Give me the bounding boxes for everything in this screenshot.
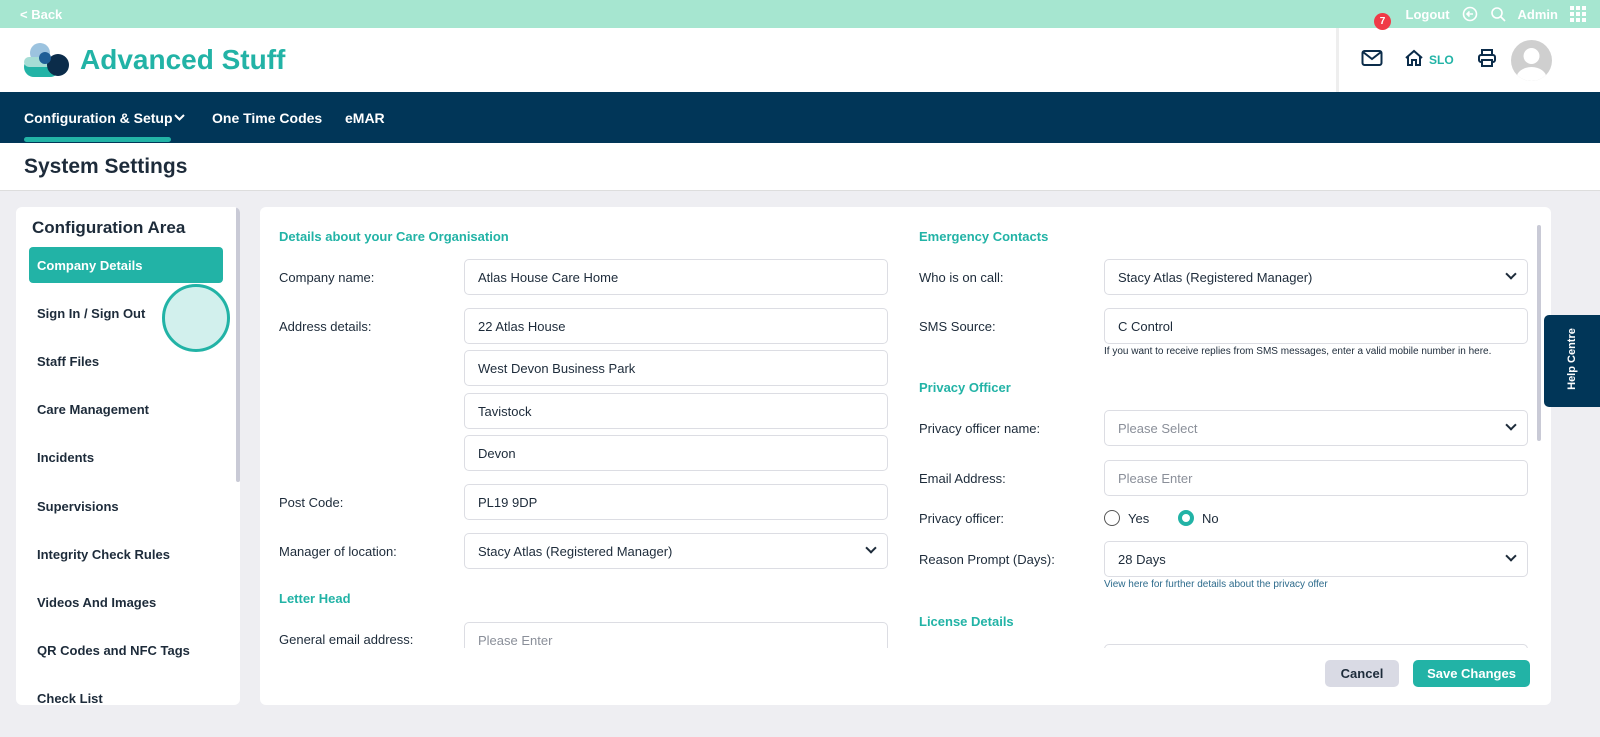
top-bar: < Back Logout Admin [0, 0, 1600, 28]
on-call-select[interactable]: Stacy Atlas (Registered Manager) [1104, 259, 1528, 295]
sidebar-item-incidents[interactable]: Incidents [29, 439, 223, 475]
nav-emar[interactable]: eMAR [345, 110, 385, 126]
sidebar-item-qr-nfc[interactable]: QR Codes and NFC Tags [29, 632, 223, 668]
help-centre-tab[interactable]: Help Centre [1544, 315, 1600, 407]
address-line-4-input[interactable]: Devon [464, 435, 888, 471]
main-nav: Configuration & Setup One Time Codes eMA… [0, 92, 1600, 143]
sidebar-item-company-details[interactable]: Company Details [29, 247, 223, 283]
brand-logo-icon [24, 43, 69, 77]
general-email-input[interactable]: Please Enter [464, 622, 888, 648]
sms-hint: If you want to receive replies from SMS … [1104, 346, 1492, 357]
settings-panel: Details about your Care Organisation Com… [260, 207, 1551, 705]
cancel-button[interactable]: Cancel [1325, 660, 1399, 687]
page-title: System Settings [24, 155, 188, 178]
license-input[interactable] [1104, 644, 1528, 648]
reason-prompt-select[interactable]: 28 Days [1104, 541, 1528, 577]
nav-one-time-codes[interactable]: One Time Codes [212, 110, 322, 126]
apps-grid-icon[interactable] [1570, 6, 1586, 22]
sidebar-scrollbar[interactable] [236, 207, 240, 482]
no-label: No [1202, 510, 1219, 526]
address-line-2-input[interactable]: West Devon Business Park [464, 350, 888, 386]
chevron-down-icon [1505, 550, 1517, 562]
postcode-label: Post Code: [279, 495, 344, 510]
logout-icon[interactable] [1462, 6, 1478, 22]
sidebar-item-supervisions[interactable]: Supervisions [29, 488, 223, 524]
active-nav-indicator [24, 137, 171, 142]
sidebar-item-integrity-check-rules[interactable]: Integrity Check Rules [29, 536, 223, 572]
sidebar-item-care-management[interactable]: Care Management [29, 391, 223, 427]
chevron-down-icon[interactable] [174, 114, 185, 122]
panel-scrollbar[interactable] [1537, 225, 1541, 441]
manager-select[interactable]: Stacy Atlas (Registered Manager) [464, 533, 888, 569]
privacy-details-link[interactable]: View here for further details about the … [1104, 579, 1328, 590]
radio-checked-icon [1178, 510, 1194, 526]
address-line-3-input[interactable]: Tavistock [464, 393, 888, 429]
header: Advanced Stuff SLO [0, 28, 1600, 92]
section-license-details: License Details [919, 614, 1014, 629]
yes-label: Yes [1128, 510, 1150, 526]
mail-icon[interactable] [1361, 48, 1383, 68]
click-ripple [162, 284, 230, 352]
address-label: Address details: [279, 319, 372, 334]
help-centre-label: Help Centre [1566, 328, 1578, 390]
section-privacy-officer: Privacy Officer [919, 380, 1011, 395]
chevron-down-icon [1505, 268, 1517, 280]
manager-label: Manager of location: [279, 544, 397, 559]
home-icon[interactable] [1404, 48, 1424, 68]
manager-value: Stacy Atlas (Registered Manager) [478, 544, 673, 559]
radio-unchecked-icon [1104, 510, 1120, 526]
on-call-label: Who is on call: [919, 270, 1004, 285]
privacy-officer-no-radio[interactable]: No [1178, 510, 1219, 526]
postcode-input[interactable]: PL19 9DP [464, 484, 888, 520]
privacy-officer-name-label: Privacy officer name: [919, 421, 1041, 436]
section-emergency-contacts: Emergency Contacts [919, 229, 1049, 244]
sms-source-label: SMS Source: [919, 319, 996, 334]
sms-source-input[interactable]: C Control [1104, 308, 1528, 344]
configuration-sidebar: Configuration Area Company Details Sign … [16, 207, 240, 705]
privacy-officer-name-placeholder: Please Select [1118, 421, 1198, 436]
title-bar: System Settings [0, 143, 1600, 191]
company-name-input[interactable]: Atlas House Care Home [464, 259, 888, 295]
logout-link[interactable]: Logout [1406, 7, 1450, 22]
privacy-email-input[interactable]: Please Enter [1104, 460, 1528, 496]
privacy-email-label: Email Address: [919, 471, 1006, 486]
admin-menu[interactable]: Admin [1518, 7, 1558, 22]
back-link[interactable]: < Back [20, 7, 62, 22]
search-icon[interactable] [1490, 6, 1506, 22]
on-call-value: Stacy Atlas (Registered Manager) [1118, 270, 1313, 285]
reason-prompt-label: Reason Prompt (Days): [919, 552, 1055, 567]
sidebar-item-videos-images[interactable]: Videos And Images [29, 584, 223, 620]
sidebar-item-check-list[interactable]: Check List [29, 680, 223, 705]
address-line-1-input[interactable]: 22 Atlas House [464, 308, 888, 344]
mail-count-badge: 7 [1374, 13, 1391, 30]
nav-configuration-setup[interactable]: Configuration & Setup [24, 110, 173, 126]
home-location-label[interactable]: SLO [1429, 53, 1454, 67]
privacy-officer-yes-radio[interactable]: Yes [1104, 510, 1149, 526]
privacy-officer-name-select[interactable]: Please Select [1104, 410, 1528, 446]
print-icon[interactable] [1477, 48, 1497, 68]
section-care-organisation: Details about your Care Organisation [279, 229, 509, 244]
sidebar-title: Configuration Area [32, 218, 186, 237]
general-email-label: General email address: [279, 632, 414, 647]
company-name-label: Company name: [279, 270, 375, 285]
privacy-officer-label: Privacy officer: [919, 511, 1005, 526]
brand-name: Advanced Stuff [80, 44, 286, 75]
chevron-down-icon [865, 542, 877, 554]
save-changes-button[interactable]: Save Changes [1413, 660, 1530, 687]
chevron-down-icon [1505, 419, 1517, 431]
user-avatar[interactable] [1511, 40, 1552, 81]
reason-prompt-value: 28 Days [1118, 552, 1166, 567]
section-letter-head: Letter Head [279, 591, 351, 606]
